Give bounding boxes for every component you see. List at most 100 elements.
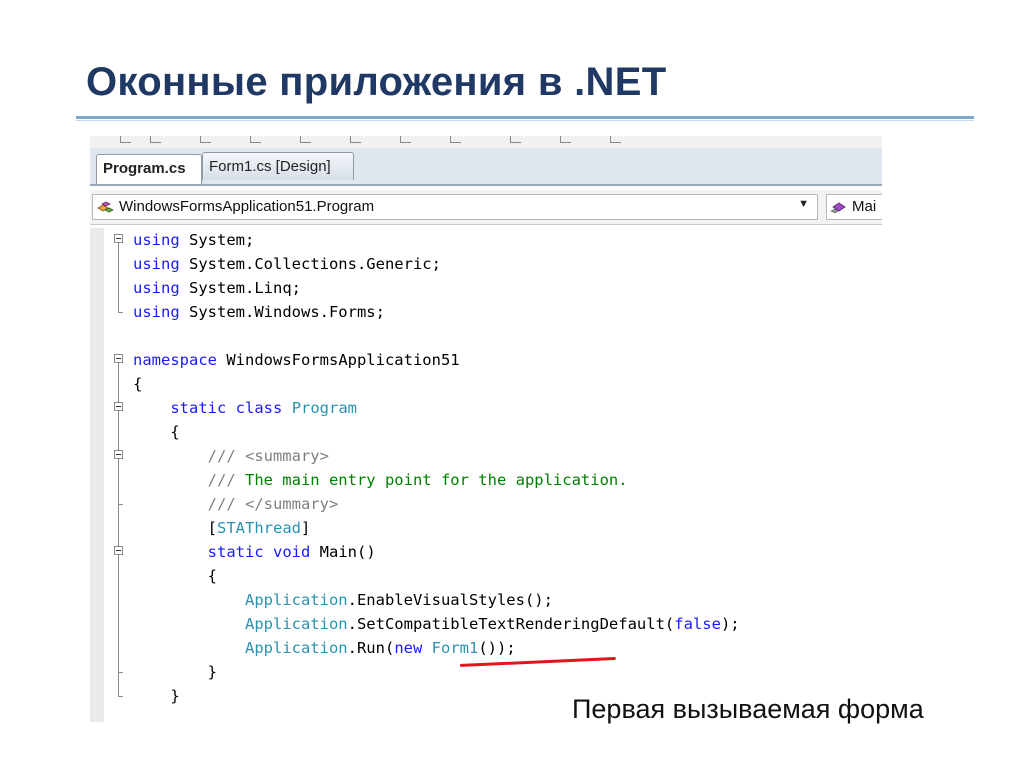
type-token: Application — [244, 639, 348, 657]
code-line[interactable]: /// <summary> — [90, 444, 882, 468]
class-icon — [96, 199, 114, 215]
code-text: [STAThread] — [133, 516, 311, 540]
toolbar-icon[interactable] — [120, 136, 131, 143]
code-navigation-bar: WindowsFormsApplication51.Program ▼ Mai — [90, 190, 882, 225]
tab-program-cs[interactable]: Program.cs — [96, 154, 202, 184]
toolbar-icon[interactable] — [400, 136, 411, 143]
toolbar-icon[interactable] — [150, 136, 161, 143]
code-line[interactable]: namespace WindowsFormsApplication51 — [90, 348, 882, 372]
member-dropdown[interactable]: Mai — [826, 194, 882, 220]
toolbar-icon[interactable] — [450, 136, 461, 143]
fold-gutter — [112, 492, 126, 516]
fold-gutter — [112, 420, 126, 444]
fold-gutter — [112, 564, 126, 588]
toolbar-icon[interactable] — [610, 136, 621, 143]
fold-gutter[interactable] — [112, 444, 126, 468]
type-dropdown[interactable]: WindowsFormsApplication51.Program ▼ — [92, 194, 818, 220]
xmldoc-token: /// </summary> — [207, 495, 339, 513]
code-token: Main() — [310, 543, 376, 561]
code-line[interactable]: Application.SetCompatibleTextRenderingDe… — [90, 612, 882, 636]
document-tabs: Program.cs Form1.cs [Design] — [90, 148, 882, 186]
toolbar-icon[interactable] — [250, 136, 261, 143]
code-text: /// <summary> — [133, 444, 329, 468]
ide-toolbar — [90, 136, 882, 148]
code-token: [ — [133, 519, 217, 537]
fold-gutter — [112, 660, 126, 684]
fold-gutter[interactable] — [112, 228, 126, 252]
code-line[interactable]: { — [90, 420, 882, 444]
fold-gutter[interactable] — [112, 396, 126, 420]
code-line[interactable]: [STAThread] — [90, 516, 882, 540]
code-line[interactable]: using System; — [90, 228, 882, 252]
comment-token: The main entry point for the application… — [244, 471, 628, 489]
chevron-down-icon[interactable]: ▼ — [798, 198, 809, 210]
toolbar-icon[interactable] — [350, 136, 361, 143]
code-text: { — [133, 564, 217, 588]
code-line[interactable] — [90, 324, 882, 348]
collapse-icon[interactable] — [114, 354, 123, 363]
code-token: } — [133, 687, 180, 705]
keyword-token: static — [170, 399, 227, 417]
code-line[interactable]: Application.EnableVisualStyles(); — [90, 588, 882, 612]
code-line[interactable]: using System.Collections.Generic; — [90, 252, 882, 276]
code-token: WindowsFormsApplication51 — [217, 351, 460, 369]
slide-caption: Первая вызываемая форма — [572, 694, 924, 724]
code-line[interactable]: using System.Windows.Forms; — [90, 300, 882, 324]
keyword-token: using — [133, 279, 180, 297]
collapse-icon[interactable] — [114, 234, 123, 243]
fold-gutter[interactable] — [112, 540, 126, 564]
fold-gutter — [112, 372, 126, 396]
fold-gutter — [112, 516, 126, 540]
code-text: /// </summary> — [133, 492, 339, 516]
type-token: Program — [291, 399, 358, 417]
collapse-icon[interactable] — [114, 402, 123, 411]
keyword-token: new — [394, 639, 423, 657]
code-line[interactable]: static void Main() — [90, 540, 882, 564]
code-line[interactable]: /// </summary> — [90, 492, 882, 516]
fold-gutter[interactable] — [112, 348, 126, 372]
tab-form1-design[interactable]: Form1.cs [Design] — [202, 152, 354, 180]
fold-gutter — [112, 300, 126, 324]
keyword-token: static — [207, 543, 264, 561]
code-token: ); — [720, 615, 740, 633]
code-line[interactable]: { — [90, 372, 882, 396]
toolbar-icon[interactable] — [300, 136, 311, 143]
code-text: Application.EnableVisualStyles(); — [133, 588, 553, 612]
code-text: static class Program — [133, 396, 357, 420]
keyword-token: void — [273, 543, 311, 561]
type-dropdown-value: WindowsFormsApplication51.Program — [119, 198, 375, 215]
code-text: using System.Linq; — [133, 276, 301, 300]
collapse-icon[interactable] — [114, 450, 123, 459]
code-text: using System; — [133, 228, 254, 252]
code-text: { — [133, 372, 142, 396]
code-line[interactable]: Application.Run(new Form1()); — [90, 636, 882, 660]
code-editor[interactable]: using System; using System.Collections.Ge… — [90, 228, 882, 722]
code-line[interactable]: /// The main entry point for the applica… — [90, 468, 882, 492]
keyword-token: using — [133, 303, 180, 321]
ide-screenshot: Program.cs Form1.cs [Design] WindowsForm… — [90, 136, 882, 722]
collapse-icon[interactable] — [114, 546, 123, 555]
toolbar-icon[interactable] — [200, 136, 211, 143]
xmldoc-token: /// <summary> — [207, 447, 329, 465]
fold-gutter — [112, 636, 126, 660]
toolbar-icon[interactable] — [510, 136, 521, 143]
code-text: } — [133, 660, 217, 684]
code-text: static void Main() — [133, 540, 376, 564]
code-text: /// The main entry point for the applica… — [133, 468, 628, 492]
slide-title: Оконные приложения в .NET — [86, 60, 667, 104]
fold-gutter — [112, 324, 126, 348]
code-line[interactable]: using System.Linq; — [90, 276, 882, 300]
method-icon — [830, 199, 848, 215]
code-line[interactable]: { — [90, 564, 882, 588]
xmldoc-token: /// — [207, 471, 245, 489]
toolbar-icon[interactable] — [560, 136, 571, 143]
type-token: Form1 — [431, 639, 479, 657]
code-line[interactable]: static class Program — [90, 396, 882, 420]
fold-gutter — [112, 468, 126, 492]
